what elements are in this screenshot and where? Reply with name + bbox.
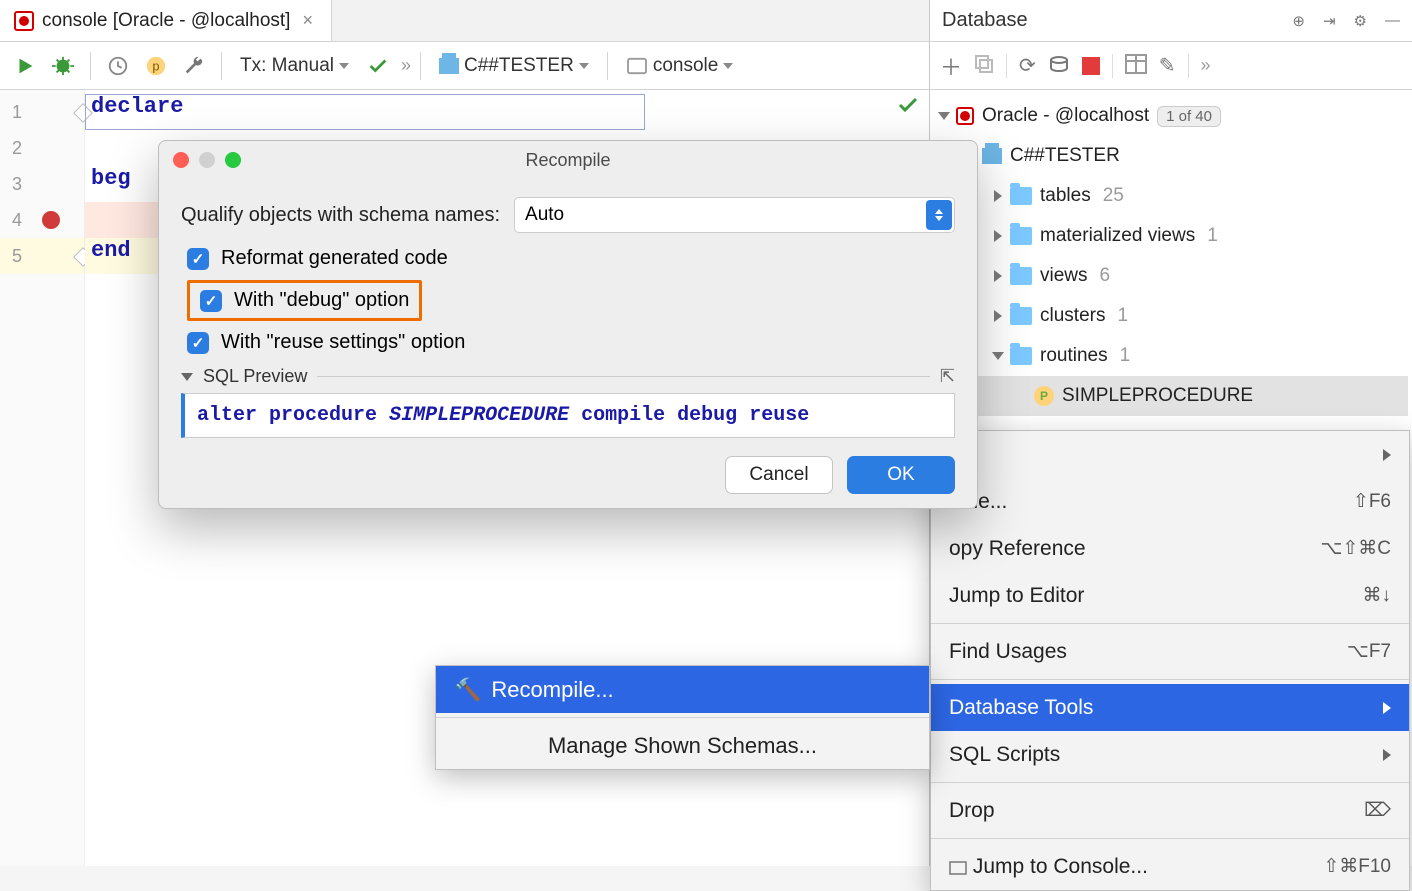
dialog-title: Recompile — [159, 150, 977, 171]
cancel-button[interactable]: Cancel — [725, 456, 833, 494]
duplicate-icon[interactable] — [974, 54, 994, 78]
select-arrows-icon — [926, 200, 952, 230]
wrench-icon[interactable] — [179, 51, 209, 81]
tree-node-clusters[interactable]: clusters1 — [934, 296, 1408, 336]
tree-node-views[interactable]: views6 — [934, 256, 1408, 296]
hide-icon[interactable]: — — [1385, 12, 1400, 29]
add-icon[interactable]: ＋ — [940, 50, 962, 82]
tree-node-routines[interactable]: routines1 — [934, 336, 1408, 376]
window-close-icon[interactable] — [173, 152, 189, 168]
sql-preview-label: SQL Preview — [203, 366, 307, 387]
table-icon[interactable] — [1125, 54, 1147, 78]
collapse-icon[interactable]: ⇥ — [1323, 12, 1336, 30]
chevron-down-icon — [339, 63, 349, 69]
schema-icon — [982, 148, 1002, 164]
sql-preview: alter procedure SIMPLEPROCEDURE compile … — [181, 393, 955, 438]
debug-button[interactable] — [48, 51, 78, 81]
p-icon[interactable]: p — [141, 51, 171, 81]
ctx-copy-reference[interactable]: opy Reference⌥⇧⌘C — [931, 525, 1409, 572]
checkbox-checked-icon[interactable]: ✓ — [187, 248, 209, 270]
procedure-icon: P — [1034, 386, 1054, 406]
more-icon[interactable]: » — [1201, 55, 1208, 76]
sync-icon[interactable] — [1048, 53, 1070, 79]
status-ok-icon — [897, 94, 919, 116]
expand-icon[interactable] — [938, 112, 950, 120]
count-badge: 1 of 40 — [1157, 106, 1221, 127]
hammer-icon: 🔨 — [454, 677, 481, 702]
sub-manage-schemas[interactable]: Manage Shown Schemas... — [436, 722, 929, 769]
schema-icon — [439, 58, 459, 74]
commit-icon[interactable] — [363, 51, 393, 81]
submenu-arrow-icon — [1383, 449, 1391, 461]
checkbox-checked-icon[interactable]: ✓ — [200, 290, 222, 312]
ok-button[interactable]: OK — [847, 456, 955, 494]
ctx-jump-console[interactable]: Jump to Console...⇧⌘F10 — [931, 843, 1409, 890]
tree-node-matviews[interactable]: materialized views1 — [934, 216, 1408, 256]
context-submenu: 🔨Recompile... Manage Shown Schemas... — [435, 665, 930, 770]
tree-root[interactable]: Oracle - @localhost 1 of 40 — [934, 96, 1408, 136]
tab-title: console [Oracle - @localhost] — [42, 10, 290, 32]
gutter: 1 2 3 4 5 — [0, 90, 85, 866]
editor-tab[interactable]: console [Oracle - @localhost] × — [0, 0, 332, 41]
window-minimize-icon[interactable] — [199, 152, 215, 168]
qualify-label: Qualify objects with schema names: — [181, 204, 500, 227]
database-panel-header: Database ⊕ ⇥ ⚙ — — [930, 0, 1412, 42]
schema-dropdown[interactable]: C##TESTER — [433, 55, 595, 77]
target-icon[interactable]: ⊕ — [1292, 12, 1305, 30]
qualify-select[interactable]: Auto — [514, 197, 955, 233]
close-tab-icon[interactable]: × — [298, 10, 317, 31]
ctx-database-tools[interactable]: Database Tools — [931, 684, 1409, 731]
console-dropdown[interactable]: console — [620, 55, 740, 77]
stop-icon[interactable] — [1082, 57, 1100, 75]
ctx-find-usages[interactable]: Find Usages⌥F7 — [931, 628, 1409, 675]
reuse-checkbox-row[interactable]: ✓ With "reuse settings" option — [187, 331, 955, 354]
editor-tabbar: console [Oracle - @localhost] × — [0, 0, 929, 42]
tx-mode-dropdown[interactable]: Tx: Manual — [234, 55, 355, 77]
debug-option-highlight: ✓ With "debug" option — [187, 280, 422, 321]
breakpoint-icon[interactable] — [42, 211, 60, 229]
tree-schema[interactable]: C##TESTER — [934, 136, 1408, 176]
reformat-checkbox-row[interactable]: ✓ Reformat generated code — [187, 247, 955, 270]
database-tree[interactable]: Oracle - @localhost 1 of 40 C##TESTER ta… — [930, 90, 1412, 422]
tree-routine-item[interactable]: P SIMPLEPROCEDURE — [934, 376, 1408, 416]
ctx-sql-scripts[interactable]: SQL Scripts — [931, 731, 1409, 778]
panel-title: Database — [942, 9, 1292, 32]
history-icon[interactable] — [103, 51, 133, 81]
run-button[interactable] — [10, 51, 40, 81]
ctx-jump-editor[interactable]: Jump to Editor⌘↓ — [931, 572, 1409, 619]
tree-node-tables[interactable]: tables25 — [934, 176, 1408, 216]
more-icon[interactable]: » — [401, 55, 408, 76]
refresh-icon[interactable]: ⟳ — [1019, 53, 1036, 78]
database-toolbar: ＋ ⟳ ✎ » — [930, 42, 1412, 90]
context-menu: w ame...⇧F6 opy Reference⌥⇧⌘C Jump to Ed… — [930, 430, 1410, 891]
window-zoom-icon[interactable] — [225, 152, 241, 168]
ctx-rename[interactable]: ame...⇧F6 — [931, 478, 1409, 525]
edit-icon[interactable]: ✎ — [1159, 53, 1176, 78]
recompile-dialog: Recompile Qualify objects with schema na… — [158, 140, 978, 509]
popout-icon[interactable]: ⇱ — [940, 366, 955, 387]
oracle-icon — [956, 107, 974, 125]
sub-recompile[interactable]: 🔨Recompile... — [436, 666, 929, 713]
oracle-icon — [14, 11, 34, 31]
ctx-new[interactable]: w — [931, 431, 1409, 478]
gear-icon[interactable]: ⚙ — [1354, 12, 1367, 30]
svg-text:p: p — [152, 58, 159, 73]
ctx-drop[interactable]: Drop⌦ — [931, 787, 1409, 834]
collapse-triangle-icon[interactable] — [181, 373, 193, 381]
checkbox-checked-icon[interactable]: ✓ — [187, 332, 209, 354]
debug-option-label[interactable]: With "debug" option — [234, 289, 409, 312]
dialog-titlebar[interactable]: Recompile — [159, 141, 977, 179]
editor-toolbar: p Tx: Manual » C##TESTER console — [0, 42, 929, 90]
